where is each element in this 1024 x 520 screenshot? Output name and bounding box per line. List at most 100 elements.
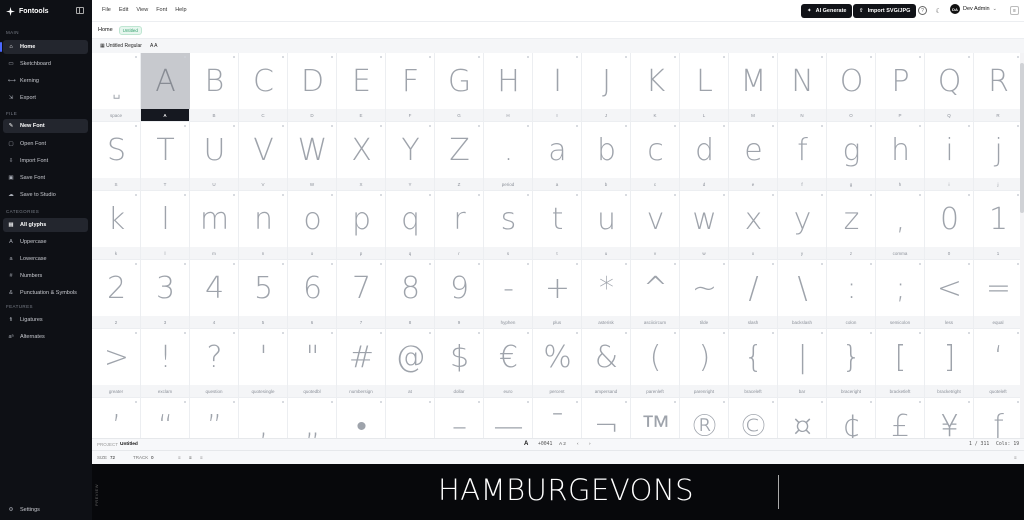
glyph-cell[interactable]: ? question xyxy=(190,329,239,398)
nav-alternates[interactable]: aᵃ Alternates xyxy=(3,330,88,344)
glyph-cell[interactable]: | bar xyxy=(778,329,827,398)
menu-help[interactable]: Help xyxy=(175,7,186,13)
glyph-cell[interactable]: bb xyxy=(582,122,631,191)
glyph-cell[interactable]: II xyxy=(533,53,582,122)
glyph-cell[interactable]: YY xyxy=(386,122,435,191)
preview-menu-icon[interactable]: ≡ xyxy=(1014,455,1017,460)
glyph-cell[interactable]: ff xyxy=(778,122,827,191)
glyph-cell[interactable]: ␣ space xyxy=(92,53,141,122)
glyph-cell[interactable]: aa xyxy=(533,122,582,191)
next-glyph-icon[interactable]: › xyxy=(589,442,591,447)
glyph-cell[interactable]: BB xyxy=(190,53,239,122)
glyph-cell[interactable]: 66 xyxy=(288,260,337,329)
glyph-cell[interactable]: PP xyxy=(876,53,925,122)
glyph-cell[interactable]: 33 xyxy=(141,260,190,329)
nav-kerning[interactable]: ⟷ Kerning xyxy=(3,74,88,88)
glyph-cell[interactable]: ^ asciicircum xyxy=(631,260,680,329)
align-right-icon[interactable]: ≡ xyxy=(200,455,203,460)
glyph-cell[interactable]: # numbersign xyxy=(337,329,386,398)
glyph-cell[interactable]: TT xyxy=(141,122,190,191)
nav-save-to-studio[interactable]: ☁ Save to Studio xyxy=(3,188,88,202)
glyph-cell[interactable]: gg xyxy=(827,122,876,191)
glyph-cell[interactable]: 00 xyxy=(925,191,974,260)
import-svg-button[interactable]: ⇧ Import SVG/JPG xyxy=(853,4,917,18)
glyph-cell[interactable]: ‚ xyxy=(239,398,288,438)
scrollbar-thumb[interactable] xyxy=(1020,63,1024,213)
menu-view[interactable]: View xyxy=(136,7,148,13)
glyph-cell[interactable]: GG xyxy=(435,53,484,122)
glyph-cell[interactable]: & ampersand xyxy=(582,329,631,398)
glyph-cell[interactable]: DD xyxy=(288,53,337,122)
track-input[interactable]: 0 xyxy=(151,455,154,460)
glyph-cell[interactable]: OO xyxy=(827,53,876,122)
breadcrumb-home[interactable]: Home xyxy=(98,27,113,33)
glyph-cell[interactable]: < less xyxy=(925,260,974,329)
glyph-cell[interactable]: ƒ xyxy=(974,398,1020,438)
glyph-cell[interactable]: ’ xyxy=(92,398,141,438)
glyph-cell[interactable]: . period xyxy=(484,122,533,191)
nav-export[interactable]: ⇲ Export xyxy=(3,91,88,105)
glyph-cell[interactable]: qq xyxy=(386,191,435,260)
glyph-cell[interactable]: hh xyxy=(876,122,925,191)
glyph-cell[interactable]: ' quotesingle xyxy=(239,329,288,398)
grid-scrollbar[interactable] xyxy=(1020,53,1024,438)
glyph-cell[interactable]: nn xyxy=(239,191,288,260)
glyph-cell[interactable]: uu xyxy=(582,191,631,260)
user-menu[interactable]: DA Dev Admin ⌄ xyxy=(950,4,997,14)
glyph-cell[interactable]: ii xyxy=(925,122,974,191)
glyph-cell[interactable]: © xyxy=(729,398,778,438)
menu-font[interactable]: Font xyxy=(156,7,167,13)
glyph-cell[interactable]: ! exclam xyxy=(141,329,190,398)
glyph-cell[interactable]: vv xyxy=(631,191,680,260)
glyph-cell[interactable]: tt xyxy=(533,191,582,260)
glyph-cell[interactable]: QQ xyxy=(925,53,974,122)
glyph-cell[interactable]: ¥ xyxy=(925,398,974,438)
glyph-cell[interactable]: pp xyxy=(337,191,386,260)
nav-settings[interactable]: ⚙ Settings xyxy=(3,503,88,517)
glyph-cell[interactable]: zz xyxy=(827,191,876,260)
glyph-cell[interactable]: % percent xyxy=(533,329,582,398)
glyph-cell[interactable]: ‘ quoteleft xyxy=(974,329,1020,398)
glyph-cell[interactable]: dd xyxy=(680,122,729,191)
glyph-cell[interactable]: rr xyxy=(435,191,484,260)
glyph-cell[interactable]: WW xyxy=(288,122,337,191)
glyph-cell[interactable]: ee xyxy=(729,122,778,191)
glyph-cell[interactable]: AA xyxy=(141,53,190,122)
glyph-cell[interactable]: — xyxy=(484,398,533,438)
glyph-cell[interactable]: ] bracketright xyxy=(925,329,974,398)
glyph-cell[interactable]: LL xyxy=(680,53,729,122)
glyph-cell[interactable]: 77 xyxy=(337,260,386,329)
prev-glyph-icon[interactable]: ‹ xyxy=(577,442,579,447)
glyph-cell[interactable]: ; semicolon xyxy=(876,260,925,329)
glyph-cell[interactable]: FF xyxy=(386,53,435,122)
glyph-cell[interactable]: NN xyxy=(778,53,827,122)
glyph-cell[interactable]: + plus xyxy=(533,260,582,329)
glyph-cell[interactable]: £ xyxy=(876,398,925,438)
glyph-cell[interactable]: oo xyxy=(288,191,337,260)
glyph-cell[interactable]: {braceleft xyxy=(729,329,778,398)
glyph-cell[interactable]: ¢ xyxy=(827,398,876,438)
glyph-cell[interactable]: / slash xyxy=(729,260,778,329)
nav-all-glyphs[interactable]: ▦ All glyphs xyxy=(3,218,88,232)
glyph-cell[interactable]: ¬ xyxy=(582,398,631,438)
glyph-cell[interactable]: ss xyxy=(484,191,533,260)
glyph-cell[interactable]: MM xyxy=(729,53,778,122)
nav-sketchboard[interactable]: ▭ Sketchboard xyxy=(3,57,88,71)
glyph-cell[interactable]: kk xyxy=(92,191,141,260)
glyph-cell[interactable]: ll xyxy=(141,191,190,260)
glyph-cell[interactable]: SS xyxy=(92,122,141,191)
preview-text[interactable]: HAMBURGEVONS xyxy=(438,473,694,507)
menu-file[interactable]: File xyxy=(102,7,111,13)
theme-toggle-icon[interactable]: ☾ xyxy=(934,6,943,15)
glyph-cell[interactable]: – xyxy=(435,398,484,438)
glyph-cell[interactable]: = equal xyxy=(974,260,1020,329)
glyph-cell[interactable]: } braceright xyxy=(827,329,876,398)
glyph-cell[interactable]: CC xyxy=(239,53,288,122)
glyph-cell[interactable]: @ at xyxy=(386,329,435,398)
align-left-icon[interactable]: ≡ xyxy=(178,455,181,460)
glyph-cell[interactable]: _ xyxy=(386,398,435,438)
glyph-cell[interactable]: : colon xyxy=(827,260,876,329)
font-tab[interactable]: ▦ Untitled Regular xyxy=(100,43,142,49)
glyph-cell[interactable]: HH xyxy=(484,53,533,122)
menu-icon[interactable]: ≡ xyxy=(1010,6,1019,15)
